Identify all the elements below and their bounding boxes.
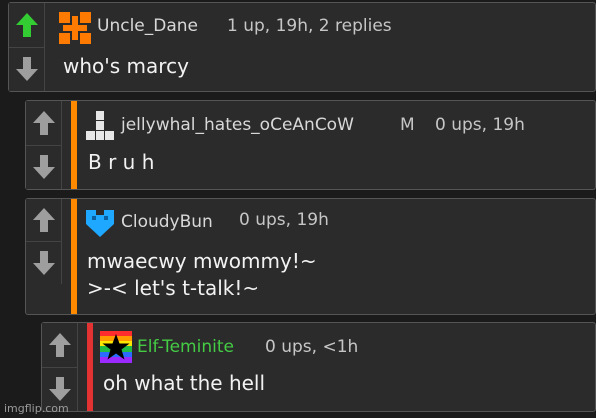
- avatar[interactable]: [100, 331, 132, 363]
- avatar[interactable]: [59, 12, 91, 44]
- upvote-button[interactable]: [9, 3, 45, 47]
- arrow-down-icon: [32, 251, 55, 275]
- downvote-button[interactable]: [9, 46, 45, 91]
- arrow-up-icon: [32, 110, 55, 135]
- avatar[interactable]: [84, 109, 116, 141]
- comment-meta: 0 ups, <1h: [265, 337, 359, 357]
- vote-column: [42, 323, 78, 411]
- comment-uncle-dane: Uncle_Dane 1 up, 19h, 2 replies who's ma…: [8, 2, 596, 92]
- reply-accent-bar: [71, 101, 77, 189]
- reply-accent-bar: [71, 199, 77, 314]
- arrow-up-icon: [15, 12, 38, 37]
- arrow-down-icon: [32, 155, 55, 180]
- comment-meta: 0 ups, 19h: [239, 210, 329, 230]
- username-link[interactable]: CloudyBun: [121, 212, 213, 232]
- downvote-button[interactable]: [26, 241, 62, 284]
- imgflip-watermark: imgflip.com: [4, 402, 69, 415]
- reply-accent-bar: [87, 323, 93, 411]
- comment-cloudybun: CloudyBun 0 ups, 19h mwaecwy mwommy!~ >-…: [25, 198, 596, 315]
- comment-elf-teminite: Elf-Teminite 0 ups, <1h oh what the hell: [41, 322, 596, 412]
- comment-jellywhal: jellywhal_hates_oCeAnCoW M 0 ups, 19h B …: [25, 100, 596, 190]
- moderator-badge: M: [400, 115, 415, 135]
- arrow-up-icon: [48, 332, 71, 357]
- comment-meta: 1 up, 19h, 2 replies: [227, 16, 392, 36]
- username-link[interactable]: Uncle_Dane: [97, 16, 198, 36]
- downvote-button[interactable]: [26, 144, 62, 189]
- arrow-up-icon: [32, 208, 55, 232]
- comment-text: mwaecwy mwommy!~ >-< let's t-talk!~: [87, 249, 317, 300]
- upvote-button[interactable]: [26, 199, 62, 241]
- avatar[interactable]: [84, 206, 116, 238]
- upvote-button[interactable]: [42, 323, 78, 367]
- arrow-down-icon: [48, 377, 71, 402]
- comment-text: B r u h: [88, 150, 155, 174]
- vote-column: [26, 199, 62, 284]
- comment-text: oh what the hell: [103, 371, 266, 395]
- comment-meta: 0 ups, 19h: [435, 115, 525, 135]
- upvote-button[interactable]: [26, 101, 62, 145]
- vote-column: [26, 101, 62, 189]
- username-link[interactable]: Elf-Teminite: [137, 337, 234, 357]
- username-link[interactable]: jellywhal_hates_oCeAnCoW: [121, 115, 354, 135]
- vote-column: [9, 3, 45, 91]
- comment-text: who's marcy: [63, 54, 189, 78]
- arrow-down-icon: [15, 57, 38, 82]
